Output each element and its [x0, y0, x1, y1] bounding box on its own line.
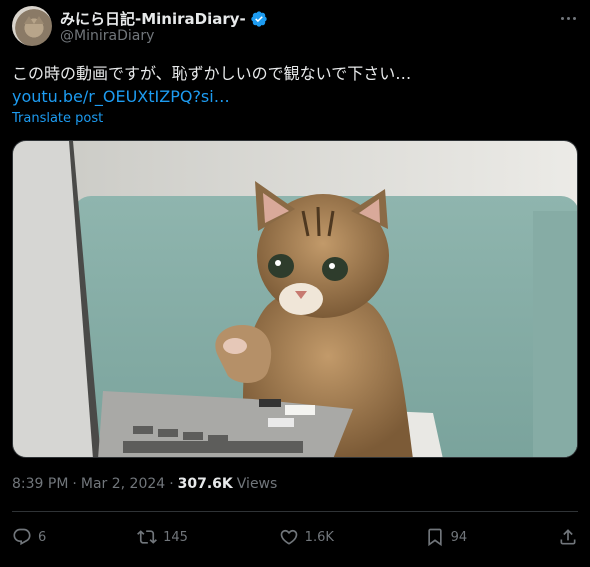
bookmark-button[interactable]: 94: [425, 527, 468, 547]
views-label: Views: [236, 476, 278, 492]
meta-separator: ·: [72, 476, 77, 492]
post-header: みにら日記-MiniraDiary- @MiniraDiary: [12, 6, 578, 46]
bookmark-count: 94: [450, 529, 468, 545]
author-name-row[interactable]: みにら日記-MiniraDiary-: [60, 8, 268, 29]
views-count: 307.6K: [177, 476, 233, 492]
repost-button[interactable]: 145: [137, 527, 188, 547]
post-media-image[interactable]: [12, 140, 578, 458]
author-handle[interactable]: @MiniraDiary: [60, 28, 154, 44]
reply-icon: [13, 528, 31, 546]
avatar[interactable]: [12, 6, 52, 46]
meta-separator: ·: [169, 476, 174, 492]
share-icon: [560, 529, 576, 545]
post-meta: 8:39 PM · Mar 2, 2024 · 307.6K Views: [12, 476, 277, 492]
reply-button[interactable]: 6: [12, 527, 46, 547]
verified-badge-icon: [251, 10, 267, 27]
divider: [12, 511, 578, 512]
display-name[interactable]: みにら日記-MiniraDiary-: [60, 8, 246, 29]
share-button[interactable]: [558, 527, 578, 547]
post-text: この時の動画ですが、恥ずかしいので観ないで下さい…: [12, 64, 412, 83]
action-bar: 6 145 1.6K 94: [12, 522, 578, 552]
like-button[interactable]: 1.6K: [279, 527, 334, 547]
cat-laptop-photo: [13, 141, 577, 457]
post-link[interactable]: youtu.be/r_OEUXtIZPQ?si…: [12, 86, 230, 108]
heart-icon: [280, 529, 298, 545]
translate-post-link[interactable]: Translate post: [12, 111, 103, 126]
bookmark-icon: [427, 528, 442, 547]
reply-count: 6: [38, 529, 47, 545]
repost-icon: [137, 530, 158, 544]
post-date[interactable]: Mar 2, 2024: [81, 476, 165, 492]
more-options-icon[interactable]: [558, 10, 578, 26]
repost-count: 145: [163, 529, 188, 545]
like-count: 1.6K: [304, 529, 334, 545]
post-time[interactable]: 8:39 PM: [12, 476, 68, 492]
